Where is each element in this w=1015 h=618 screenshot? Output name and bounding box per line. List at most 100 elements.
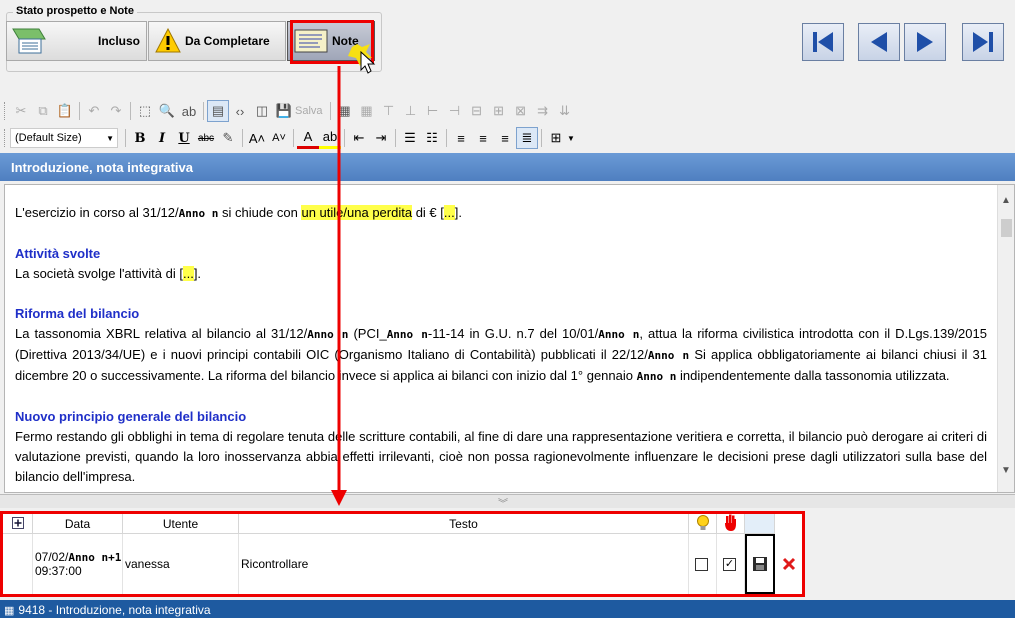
scroll-down-icon[interactable]: ▼ (1001, 465, 1011, 476)
text-run: indipendentemente dalla tassonomia utili… (676, 368, 950, 383)
toolbar-grip (4, 129, 7, 147)
text-run: La società svolge l'attività di [ (15, 266, 183, 281)
split-cells-vertical-icon[interactable]: ⇊ (554, 100, 576, 122)
decrease-font-icon[interactable]: A˅ (268, 127, 290, 149)
toolbar-separator (130, 102, 131, 120)
last-record-button[interactable] (962, 23, 1004, 61)
delete-row-icon[interactable]: ⊟ (466, 100, 488, 122)
note-utente-cell[interactable]: vanessa (123, 534, 239, 594)
note-date: 07/02/Anno n+1 (35, 550, 121, 564)
note-card-icon (294, 29, 328, 56)
note-time: 09:37:00 (35, 564, 82, 578)
toolbar-separator (344, 129, 345, 147)
anno-field: Anno n (386, 328, 428, 341)
text-run: di € [ (412, 205, 444, 220)
chevron-down-icon[interactable]: ︾ (498, 495, 508, 510)
paragraph-riforma: La tassonomia XBRL relativa al bilancio … (15, 324, 987, 387)
placeholder-highlight: un utile/una perdita (301, 205, 413, 220)
next-icon (917, 32, 933, 52)
column-header-utente[interactable]: Utente (123, 514, 239, 534)
delete-note-button[interactable] (775, 534, 803, 594)
lamp-checkbox[interactable] (695, 557, 708, 571)
align-justify-icon[interactable]: ≣ (516, 127, 538, 149)
strikethrough-icon[interactable]: abc (195, 127, 217, 149)
plus-icon (11, 517, 24, 529)
delete-column-icon[interactable]: ⊞ (488, 100, 510, 122)
chevron-down-icon[interactable]: ▼ (567, 134, 575, 143)
delete-x-icon (782, 557, 796, 571)
bold-icon[interactable]: B (129, 127, 151, 149)
rich-text-editor[interactable]: L'esercizio in corso al 31/12/Anno n si … (4, 184, 1015, 493)
paste-icon[interactable]: 📋 (54, 100, 76, 122)
font-color-icon[interactable]: A (297, 127, 319, 149)
indent-icon[interactable]: ⇥ (370, 127, 392, 149)
note-date-cell[interactable]: 07/02/Anno n+1 09:37:00 (33, 534, 123, 594)
align-left-icon[interactable]: ≡ (450, 127, 472, 149)
italic-icon[interactable]: I (151, 127, 173, 149)
text-run: -11-14 in G.U. n.7 del 10/01/ (427, 326, 599, 341)
note-button[interactable]: Note (287, 21, 375, 61)
cut-icon[interactable]: ✂ (10, 100, 32, 122)
spellcheck-icon[interactable]: ab (178, 100, 200, 122)
font-size-select[interactable]: (Default Size) ▼ (10, 128, 118, 148)
text-run: ]. (193, 266, 202, 281)
merge-cells-icon[interactable]: ⊠ (510, 100, 532, 122)
toolbar-separator (395, 129, 396, 147)
toolbar-separator (541, 129, 542, 147)
anno-field: Anno n (307, 328, 349, 341)
lamp-cell (689, 534, 717, 594)
preview-icon[interactable]: ◫ (251, 100, 273, 122)
outdent-icon[interactable]: ⇤ (348, 127, 370, 149)
insert-row-below-icon[interactable]: ⊥ (400, 100, 422, 122)
editor-content[interactable]: L'esercizio in corso al 31/12/Anno n si … (15, 203, 987, 487)
da-completare-button[interactable]: Da Completare (148, 21, 286, 61)
increase-font-icon[interactable]: A˄ (246, 127, 268, 149)
add-note-button[interactable] (3, 514, 33, 534)
save-note-button[interactable] (745, 534, 775, 594)
toolbar-separator (125, 129, 126, 147)
note-testo-cell[interactable]: Ricontrollare (239, 534, 689, 594)
underline-icon[interactable]: U (173, 127, 195, 149)
paragraph-esercizio: L'esercizio in corso al 31/12/Anno n si … (15, 203, 987, 224)
redo-icon[interactable]: ↷ (105, 100, 127, 122)
next-record-button[interactable] (904, 23, 946, 61)
bullet-list-icon[interactable]: ☰ (399, 127, 421, 149)
heading-principio: Nuovo principio generale del bilancio (15, 409, 247, 424)
format-painter-icon[interactable]: ✎ (217, 127, 239, 149)
design-view-icon[interactable]: ▤ (207, 100, 229, 122)
insert-column-left-icon[interactable]: ⊢ (422, 100, 444, 122)
previous-record-button[interactable] (858, 23, 900, 61)
stop-checkbox[interactable]: ✓ (723, 557, 736, 571)
table-properties-icon[interactable]: ▦ (356, 100, 378, 122)
panel-splitter[interactable]: ︾ (0, 494, 1015, 510)
save-label[interactable]: Salva (295, 105, 323, 117)
editor-scrollbar[interactable]: ▲ ▼ (997, 185, 1014, 492)
toolbar-separator (203, 102, 204, 120)
align-right-icon[interactable]: ≡ (494, 127, 516, 149)
first-record-button[interactable] (802, 23, 844, 61)
numbered-list-icon[interactable]: ☷ (421, 127, 443, 149)
borders-icon[interactable]: ⊞ (545, 127, 567, 149)
insert-column-right-icon[interactable]: ⊣ (444, 100, 466, 122)
align-center-icon[interactable]: ≡ (472, 127, 494, 149)
column-header-testo[interactable]: Testo (239, 514, 689, 534)
notes-grid: Data Utente Testo 07/02/Anno n+1 09:37:0… (0, 511, 805, 597)
insert-row-above-icon[interactable]: ⊤ (378, 100, 400, 122)
split-cells-icon[interactable]: ⇉ (532, 100, 554, 122)
last-icon (973, 32, 993, 52)
scroll-up-icon[interactable]: ▲ (1001, 195, 1011, 206)
highlight-color-icon[interactable]: ab (319, 127, 341, 149)
insert-table-icon[interactable]: ▦ (334, 100, 356, 122)
undo-icon[interactable]: ↶ (83, 100, 105, 122)
copy-icon[interactable]: ⧉ (32, 100, 54, 122)
save-icon[interactable]: 💾 (273, 100, 295, 122)
anno-field: Anno n (178, 207, 219, 220)
scroll-thumb[interactable] (1001, 219, 1012, 237)
html-view-icon[interactable]: ‹› (229, 100, 251, 122)
incluso-button[interactable]: Incluso (6, 21, 147, 61)
placeholder-highlight: ... (182, 266, 194, 281)
select-all-icon[interactable]: ⬚ (134, 100, 156, 122)
find-icon[interactable]: 🔍 (156, 100, 178, 122)
text-run: La tassonomia XBRL relativa al bilancio … (15, 326, 308, 341)
column-header-data[interactable]: Data (33, 514, 123, 534)
